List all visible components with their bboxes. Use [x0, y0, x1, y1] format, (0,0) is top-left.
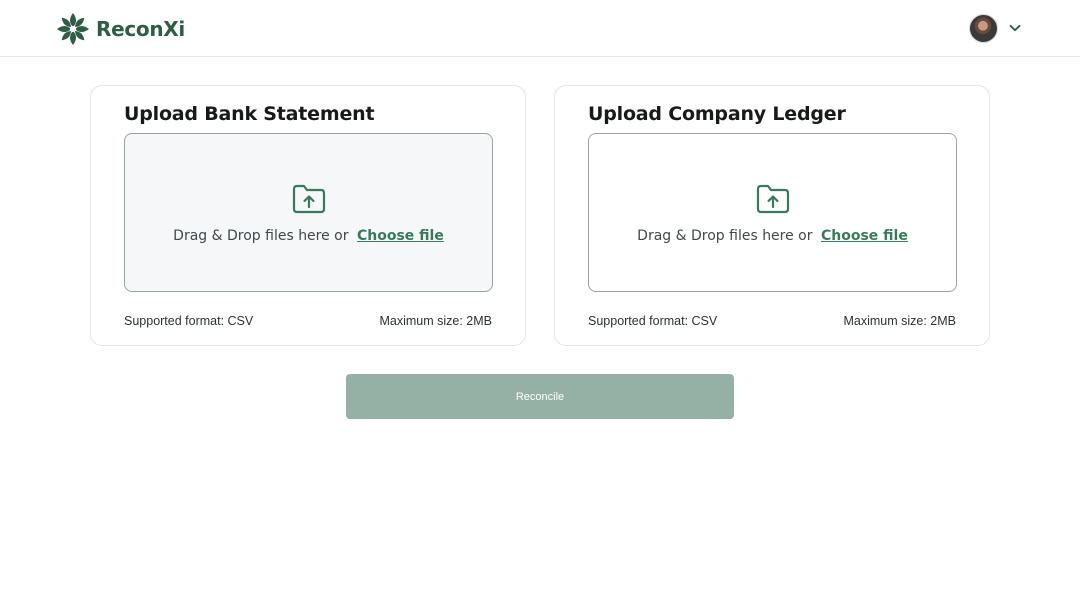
folder-upload-icon	[755, 183, 791, 220]
dropzone-text: Drag & Drop files here or Choose file	[173, 228, 444, 244]
supported-format: Supported format: CSV	[588, 314, 718, 328]
reconcile-button[interactable]: Reconcile	[346, 374, 734, 419]
user-menu[interactable]	[969, 13, 1022, 43]
maximum-size: Maximum size: 2MB	[379, 314, 492, 328]
card-footer: Supported format: CSV Maximum size: 2MB	[588, 314, 956, 328]
company-ledger-card: Upload Company Ledger Drag & Drop files …	[554, 85, 990, 346]
flower-logo-icon	[56, 12, 90, 46]
choose-file-link[interactable]: Choose file	[821, 228, 908, 244]
bank-statement-card: Upload Bank Statement Drag & Drop files …	[90, 85, 526, 346]
brand[interactable]: ReconXi	[56, 11, 185, 47]
card-footer: Supported format: CSV Maximum size: 2MB	[124, 314, 492, 328]
top-header: ReconXi	[0, 0, 1080, 57]
choose-file-link[interactable]: Choose file	[357, 228, 444, 244]
bank-statement-dropzone[interactable]: Drag & Drop files here or Choose file	[124, 133, 493, 292]
card-title: Upload Bank Statement	[124, 103, 375, 125]
folder-upload-icon	[291, 183, 327, 220]
maximum-size: Maximum size: 2MB	[843, 314, 956, 328]
brand-name: ReconXi	[96, 17, 185, 41]
drop-instruction: Drag & Drop files here or	[637, 228, 813, 244]
drop-instruction: Drag & Drop files here or	[173, 228, 349, 244]
supported-format: Supported format: CSV	[124, 314, 254, 328]
card-title: Upload Company Ledger	[588, 103, 846, 125]
avatar[interactable]	[969, 13, 998, 43]
chevron-down-icon[interactable]	[1008, 21, 1022, 35]
dropzone-text: Drag & Drop files here or Choose file	[637, 228, 908, 244]
company-ledger-dropzone[interactable]: Drag & Drop files here or Choose file	[588, 133, 957, 292]
